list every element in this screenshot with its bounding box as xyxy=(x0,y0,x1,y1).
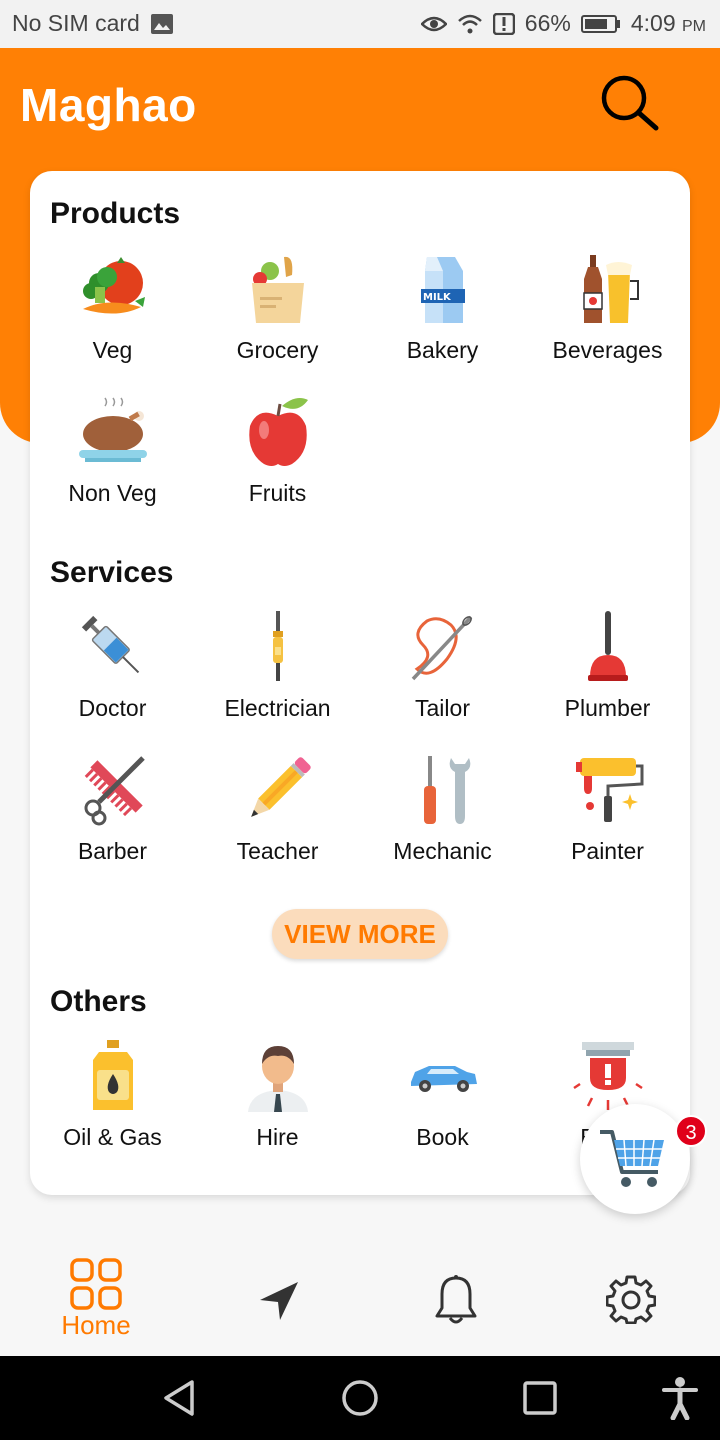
eye-icon xyxy=(420,16,447,31)
tile-label: Electrician xyxy=(224,695,331,721)
brand-logo: Maghao xyxy=(20,79,197,131)
soldering-iron-icon xyxy=(273,611,283,681)
service-doctor[interactable]: Doctor xyxy=(30,611,195,741)
other-book[interactable]: Book xyxy=(360,1040,525,1170)
home-grid-icon xyxy=(70,1258,122,1310)
oil-can-icon xyxy=(93,1040,133,1110)
tile-label: Oil & Gas xyxy=(63,1124,162,1150)
product-non-veg[interactable]: Non Veg xyxy=(30,396,195,526)
syringe-icon xyxy=(81,615,140,674)
tile-label: Bakery xyxy=(406,337,479,363)
system-nav-bar xyxy=(0,1356,720,1440)
carrier-label: No SIM card xyxy=(12,10,140,36)
beverages-icon xyxy=(583,255,639,323)
tile-label: Plumber xyxy=(564,695,651,721)
tile-label: Tailor xyxy=(415,695,470,721)
service-teacher[interactable]: Teacher xyxy=(195,754,360,884)
settings-icon xyxy=(606,1275,656,1324)
wrench-screwdriver-icon xyxy=(424,756,471,824)
bottom-nav: Home xyxy=(0,1240,720,1356)
tile-label: Beverages xyxy=(552,337,663,363)
view-more-button[interactable]: VIEW MORE xyxy=(272,909,448,959)
product-fruits[interactable]: Fruits xyxy=(195,396,360,526)
tile-label: Teacher xyxy=(236,838,319,864)
service-tailor[interactable]: Tailor xyxy=(360,611,525,741)
product-veg[interactable]: Veg xyxy=(30,253,195,383)
shopping-cart-icon xyxy=(600,1130,664,1187)
nav-settings[interactable] xyxy=(540,1240,720,1356)
grocery-bag-icon xyxy=(252,256,304,323)
battery-percent: 66% xyxy=(524,10,571,36)
tile-label: Mechanic xyxy=(393,838,492,864)
service-mechanic[interactable]: Mechanic xyxy=(360,754,525,884)
tile-label: Barber xyxy=(77,838,148,864)
emergency-alarm-icon xyxy=(573,1042,643,1110)
product-bakery[interactable]: MILK Bakery xyxy=(360,253,525,383)
products-title: Products xyxy=(50,197,181,230)
image-icon xyxy=(150,13,173,34)
apple-icon xyxy=(249,398,308,466)
home-circle-icon[interactable] xyxy=(340,1378,380,1418)
others-title: Others xyxy=(50,985,147,1018)
pencil-icon xyxy=(251,757,311,817)
other-oil-gas[interactable]: Oil & Gas xyxy=(30,1040,195,1170)
wifi-icon xyxy=(457,14,482,33)
tile-label: Fruits xyxy=(248,480,307,506)
nav-navigation[interactable] xyxy=(192,1240,372,1356)
clock-ampm: PM xyxy=(682,18,706,35)
car-icon xyxy=(411,1066,477,1092)
veg-icon xyxy=(83,257,145,314)
comb-scissors-icon xyxy=(84,756,145,826)
nav-home[interactable]: Home xyxy=(0,1240,192,1356)
bell-icon xyxy=(435,1275,477,1324)
service-plumber[interactable]: Plumber xyxy=(525,611,690,741)
services-title: Services xyxy=(50,556,174,589)
product-beverages[interactable]: Beverages xyxy=(525,253,690,383)
service-electrician[interactable]: Electrician xyxy=(195,611,360,741)
back-icon[interactable] xyxy=(160,1378,200,1418)
cart-button[interactable] xyxy=(580,1104,690,1214)
nav-notifications[interactable] xyxy=(366,1240,546,1356)
roast-chicken-icon xyxy=(79,397,147,462)
navigation-icon xyxy=(260,1282,298,1320)
status-bar: No SIM card 66% 4:09 PM xyxy=(0,0,720,48)
needle-thread-icon xyxy=(411,615,473,681)
cart-count-badge: 3 xyxy=(675,1115,707,1147)
tile-label: Book xyxy=(416,1124,469,1150)
tile-label: Painter xyxy=(571,838,644,864)
product-grocery[interactable]: Grocery xyxy=(195,253,360,383)
tile-label: Hire xyxy=(256,1124,299,1150)
svg-text:MILK: MILK xyxy=(423,292,452,303)
tile-label: Non Veg xyxy=(68,480,157,506)
milk-carton-icon: MILK xyxy=(421,257,465,323)
tile-label: Doctor xyxy=(78,695,147,721)
paint-roller-icon xyxy=(576,758,644,822)
categories-card: Products Veg Grocery MILK Bakery Beverag… xyxy=(30,171,690,1195)
battery-icon xyxy=(580,14,620,33)
plunger-icon xyxy=(588,611,628,681)
accessibility-icon[interactable] xyxy=(660,1376,700,1420)
tile-label: Grocery xyxy=(236,337,319,363)
tile-label: Veg xyxy=(92,337,133,363)
recents-icon[interactable] xyxy=(522,1380,558,1416)
alert-icon xyxy=(492,12,515,35)
person-icon xyxy=(248,1046,308,1112)
clock-time: 4:09 xyxy=(630,10,676,36)
search-icon[interactable] xyxy=(596,72,662,132)
service-painter[interactable]: Painter xyxy=(525,754,690,884)
nav-home-label: Home xyxy=(61,1310,131,1340)
service-barber[interactable]: Barber xyxy=(30,754,195,884)
other-hire[interactable]: Hire xyxy=(195,1040,360,1170)
